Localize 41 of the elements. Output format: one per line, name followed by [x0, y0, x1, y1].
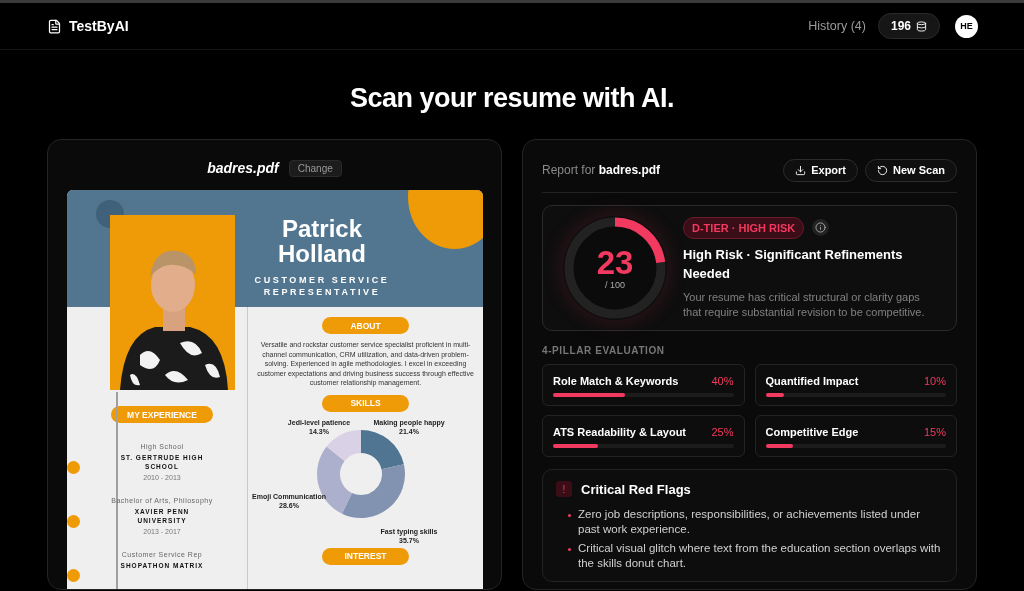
pillar-percent: 25% — [711, 426, 734, 438]
issue-item: Zero job descriptions, responsibilities, or achievements listed under past work experience. — [578, 507, 921, 537]
section-heading: SKILLS — [322, 394, 409, 412]
score-description: Your resume has critical structural or clarity gaps that require substantial revision to be competitive. — [683, 289, 926, 320]
section-heading: INTEREST — [322, 547, 409, 565]
pillar-name: ATS Readability & Layout — [553, 426, 687, 438]
pillar-name: Role Match & Keywords — [553, 375, 679, 387]
refresh-icon — [877, 164, 889, 176]
page-title: Scan your resume with AI. — [348, 82, 676, 115]
credits-badge[interactable]: 196 — [877, 13, 940, 39]
pillar-name: Competitive Edge — [765, 426, 859, 438]
change-button[interactable]: Change — [288, 159, 342, 177]
resume-name: Patrick Holland — [277, 216, 367, 266]
section-heading: MY EXPERIENCE — [111, 406, 213, 423]
pillar-percent: 40% — [711, 375, 734, 387]
score-max: / 100 — [605, 280, 625, 290]
logo[interactable]: TestByAI — [47, 18, 129, 34]
timeline-dot — [67, 461, 80, 474]
new-scan-button[interactable]: New Scan — [865, 158, 957, 182]
pillar-percent: 10% — [923, 375, 946, 387]
issues-title: Critical Red Flags — [581, 481, 691, 497]
report-heading: Report for badres.pdf — [542, 163, 662, 177]
resume-role: CUSTOMER SERVICE REPRESENTATIVE — [253, 274, 391, 298]
export-button[interactable]: Export — [783, 158, 859, 182]
pillar-name: Quantified Impact — [765, 375, 859, 387]
timeline-dot — [67, 569, 80, 582]
avatar[interactable]: HE — [955, 14, 978, 38]
tier-badge: D-TIER · HIGH RISK — [683, 216, 805, 239]
alert-icon: ! — [556, 481, 572, 497]
timeline-dot — [67, 515, 80, 528]
section-heading: ABOUT — [322, 317, 409, 334]
score-value: 23 — [596, 246, 634, 280]
info-icon[interactable] — [812, 219, 830, 236]
download-icon — [795, 164, 807, 176]
file-name: badres.pdf — [207, 160, 279, 176]
section-title: 4-PILLAR EVALUATION — [542, 345, 666, 356]
coins-icon — [916, 20, 927, 32]
history-link[interactable]: History (4) — [808, 19, 866, 33]
issue-item: Critical visual glitch where text from the education section overlaps with the skills donut chart. — [578, 541, 942, 571]
score-headline: High Risk · Significant Refinements Needed — [683, 245, 904, 283]
pillar-percent: 15% — [923, 426, 946, 438]
